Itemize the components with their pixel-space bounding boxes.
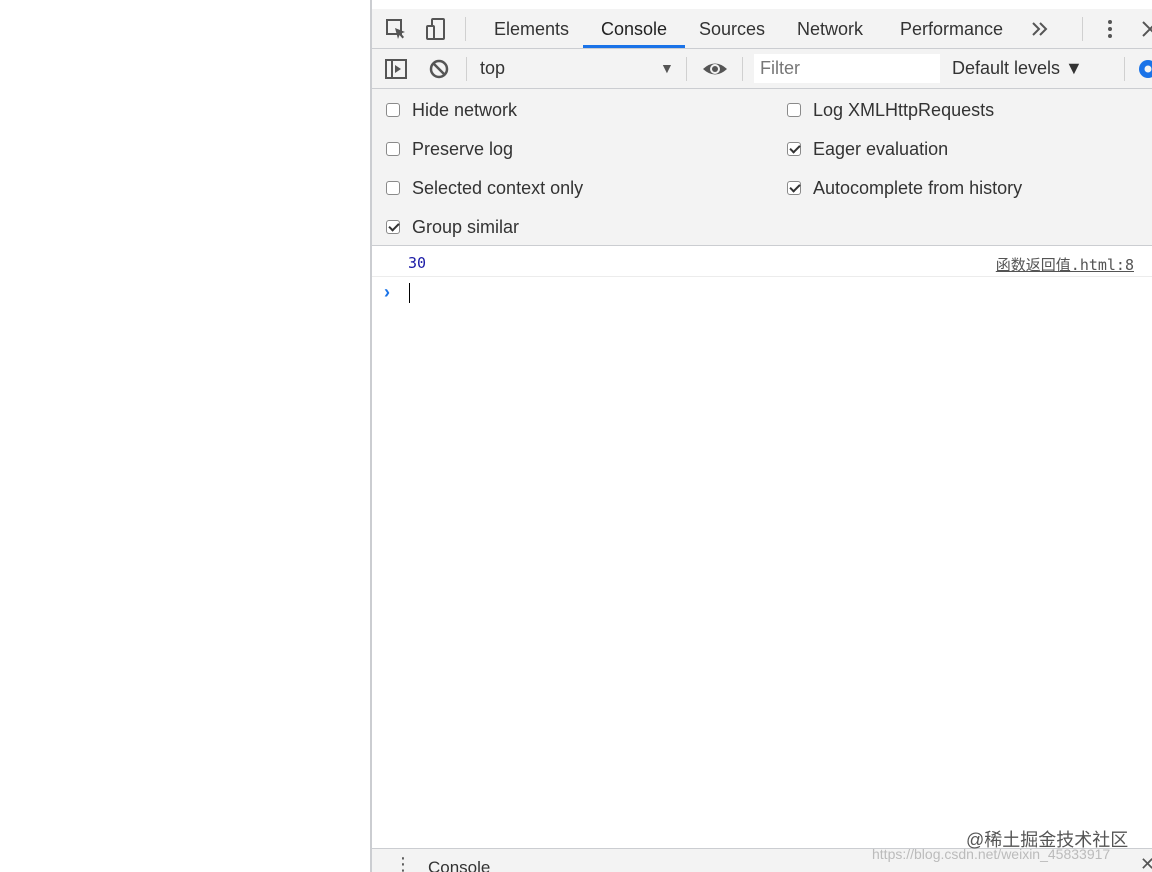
option-label: Log XMLHttpRequests — [813, 100, 995, 120]
clear-console-icon[interactable] — [427, 57, 451, 81]
settings-gear-icon[interactable] — [1136, 57, 1152, 81]
live-expression-eye-icon[interactable] — [702, 57, 727, 81]
device-toolbar-icon[interactable] — [424, 17, 448, 41]
console-settings-pane: Hide network Preserve log Selected conte… — [372, 89, 1152, 246]
checkbox[interactable] — [787, 142, 801, 156]
checkbox[interactable] — [787, 103, 801, 117]
option-label: Autocomplete from history — [813, 178, 1023, 198]
tab-console[interactable]: Console — [583, 9, 686, 48]
drawer-tab-console[interactable]: Console — [428, 858, 490, 872]
tab-performance[interactable]: Performance — [900, 9, 1003, 48]
console-message-row: 30 函数返回值.html:8 — [372, 247, 1152, 277]
close-devtools-icon[interactable] — [1138, 17, 1152, 41]
checkbox[interactable] — [386, 103, 400, 117]
checkbox[interactable] — [386, 181, 400, 195]
tab-network[interactable]: Network — [797, 9, 863, 48]
log-levels-dropdown[interactable]: Default levels ▼ — [952, 58, 1083, 79]
inspected-page — [0, 0, 370, 872]
devtools-tab-bar: Elements Console Sources Network Perform… — [372, 9, 1152, 49]
option-label: Hide network — [412, 100, 518, 120]
checkbox[interactable] — [787, 181, 801, 195]
console-toolbar: top ▼ Default levels ▼ — [372, 49, 1152, 89]
prompt-chevron-icon: › — [384, 282, 390, 302]
kebab-menu-icon[interactable] — [1098, 17, 1122, 41]
devtools-panel: Elements Console Sources Network Perform… — [370, 0, 1152, 872]
toolbar-divider — [742, 57, 743, 81]
show-sidebar-icon[interactable] — [384, 57, 408, 81]
toolbar-divider — [466, 57, 467, 81]
watermark: @稀土掘金技术社区 — [966, 830, 1129, 850]
option-label: Selected context only — [412, 178, 584, 198]
inspect-element-icon[interactable] — [384, 17, 408, 41]
toolbar-divider — [1082, 17, 1083, 41]
close-drawer-icon[interactable]: ✕ — [1140, 854, 1152, 872]
tab-elements[interactable]: Elements — [494, 9, 569, 48]
option-label: Eager evaluation — [813, 139, 949, 159]
console-prompt[interactable]: › — [372, 278, 1152, 308]
toolbar-divider — [465, 17, 466, 41]
console-message-value: 30 — [408, 254, 427, 272]
toolbar-divider — [686, 57, 687, 81]
option-label: Preserve log — [412, 139, 514, 159]
drawer-menu-icon[interactable]: ⋮ — [394, 855, 412, 872]
dropdown-arrow-icon[interactable]: ▼ — [660, 60, 674, 76]
toolbar-divider — [1124, 57, 1125, 81]
text-caret — [409, 283, 410, 303]
checkbox[interactable] — [386, 220, 400, 234]
more-tabs-icon[interactable] — [1028, 17, 1052, 41]
option-label: Group similar — [412, 217, 520, 237]
tab-sources[interactable]: Sources — [699, 9, 765, 48]
console-message-source-link[interactable]: 函数返回值.html:8 — [996, 254, 1134, 275]
checkbox[interactable] — [386, 142, 400, 156]
execution-context-select[interactable]: top — [480, 58, 505, 79]
filter-input[interactable] — [754, 54, 940, 83]
